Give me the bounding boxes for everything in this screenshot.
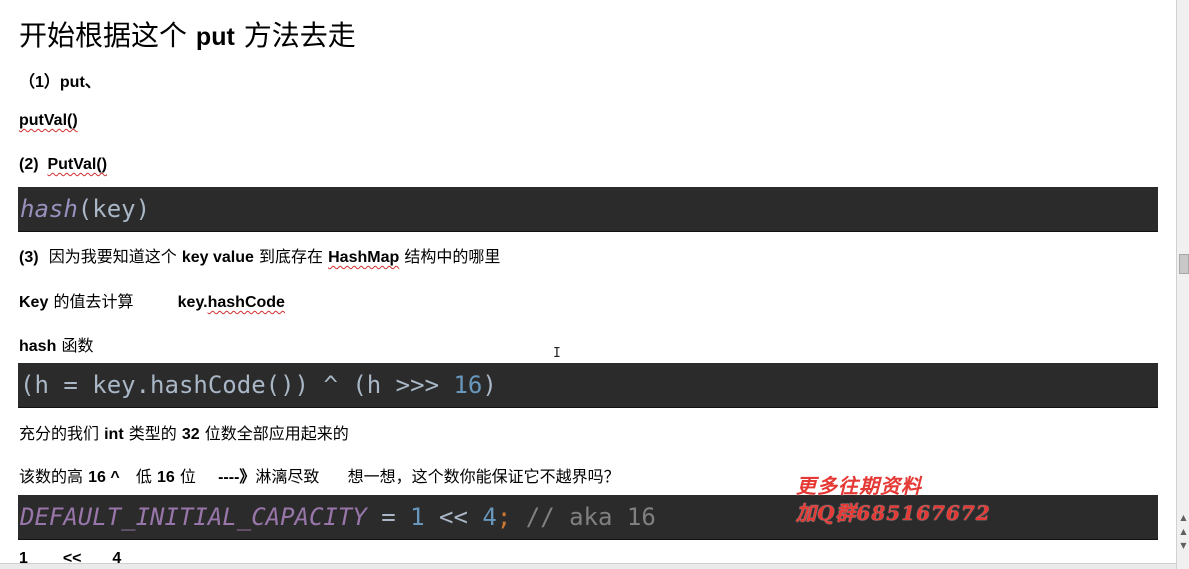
hash-label: hash xyxy=(19,338,57,355)
code-hash-fn: hash xyxy=(20,195,78,223)
code-capacity-shift: << xyxy=(424,503,483,531)
step-3-text-a: 因为我要知道这个 xyxy=(48,247,177,266)
code-capacity-one: 1 xyxy=(410,503,425,531)
xor-low-16: 16 xyxy=(157,469,175,486)
int-usage-text-c: 位数全部应用起来的 xyxy=(204,424,349,443)
step-3-keyvalue: key value xyxy=(181,249,254,266)
key-calc-text: 的值去计算 xyxy=(53,292,134,311)
hash-func-text: 函数 xyxy=(61,336,94,355)
step-2-number: (2) xyxy=(19,156,39,173)
document-page: 开始根据这个 put 方法去走 （1）put、 putVal() (2) Put… xyxy=(0,0,1176,569)
code-capacity-four: 4 xyxy=(482,503,497,531)
step-1-text: （1）put、 xyxy=(19,74,101,91)
title-keyword: put xyxy=(195,23,235,51)
code-expr-hashcode: hashCode xyxy=(150,371,266,399)
step-2-line: (2) PutVal() xyxy=(19,156,107,174)
horizontal-scrollbar[interactable] xyxy=(0,563,1176,569)
scroll-up-arrow-icon-2[interactable]: ▲ xyxy=(1178,526,1189,537)
vertical-scrollbar[interactable]: ▲ ▲ ▼ xyxy=(1176,0,1189,569)
int-usage-text-b: 类型的 xyxy=(128,424,177,443)
watermark-line-1: 更多往期资料 xyxy=(796,474,922,498)
code-capacity-eq: = xyxy=(366,503,411,531)
watermark-line-2: 加Q群685167672 xyxy=(796,501,991,525)
code-capacity-semicolon: ; xyxy=(496,503,512,531)
bits-32: 32 xyxy=(181,426,200,443)
xor-high: 16 ^ xyxy=(88,469,120,486)
code-expr-c: ()) ^ (h >>> xyxy=(265,371,454,399)
key-label: Key xyxy=(19,294,49,311)
int-usage-line: 充分的我们 int 类型的 32 位数全部应用起来的 xyxy=(19,420,349,444)
code-block-hash: hash(key) xyxy=(18,187,1158,232)
xor-line: 该数的高 16 ^ 低 16 位 ----》淋漓尽致 想一想，这个数你能保证它不… xyxy=(19,463,620,487)
hashcode-text: hashCode xyxy=(207,294,285,311)
step-3-hashmap: HashMap xyxy=(328,249,400,266)
key-dot: key. xyxy=(177,294,208,311)
code-hash-args: (key) xyxy=(77,195,151,223)
code-capacity-const: DEFAULT_INITIAL_CAPACITY xyxy=(20,503,367,531)
int-keyword: int xyxy=(104,426,124,443)
putval-text: putVal() xyxy=(19,112,78,129)
step-3-number: (3) xyxy=(19,249,39,266)
scrollbar-thumb[interactable] xyxy=(1179,254,1189,274)
xor-text-a: 该数的高 xyxy=(19,467,84,486)
scroll-down-arrow-icon[interactable]: ▼ xyxy=(1178,540,1189,551)
title-text: 开始根据这个 xyxy=(19,19,188,52)
int-usage-text-a: 充分的我们 xyxy=(19,424,100,443)
title-text-end: 方法去走 xyxy=(243,19,356,52)
xor-text-bit: 位 xyxy=(179,467,196,486)
xor-text-low: 低 xyxy=(135,467,152,486)
xor-text-full: 淋漓尽致 xyxy=(255,467,320,486)
step-3-text-c: 结构中的哪里 xyxy=(404,247,501,266)
page-title: 开始根据这个 put 方法去走 xyxy=(19,14,356,54)
xor-arrow: ----》 xyxy=(218,469,256,486)
code-expr-number: 16 xyxy=(453,371,483,399)
putval-line: putVal() xyxy=(19,112,78,130)
step-3-line: (3) 因为我要知道这个 key value 到底存在 HashMap 结构中的… xyxy=(19,243,500,267)
step-1-line: （1）put、 xyxy=(19,68,101,92)
code-expr-a: (h = key. xyxy=(20,371,151,399)
key-calc-line: Key 的值去计算 key.hashCode xyxy=(19,288,285,312)
hash-func-line: hash 函数 xyxy=(19,332,93,356)
text-cursor-icon: I xyxy=(553,346,561,361)
xor-question: 想一想，这个数你能保证它不越界吗？ xyxy=(347,467,620,486)
step-3-text-b: 到底存在 xyxy=(259,247,324,266)
code-expr-close: ) xyxy=(482,371,497,399)
scroll-up-arrow-icon[interactable]: ▲ xyxy=(1178,512,1189,523)
step-2-text: PutVal() xyxy=(47,156,108,173)
code-capacity-comment: // aka 16 xyxy=(511,503,656,531)
code-block-hashcode: (h = key.hashCode()) ^ (h >>> 16) xyxy=(18,363,1158,408)
